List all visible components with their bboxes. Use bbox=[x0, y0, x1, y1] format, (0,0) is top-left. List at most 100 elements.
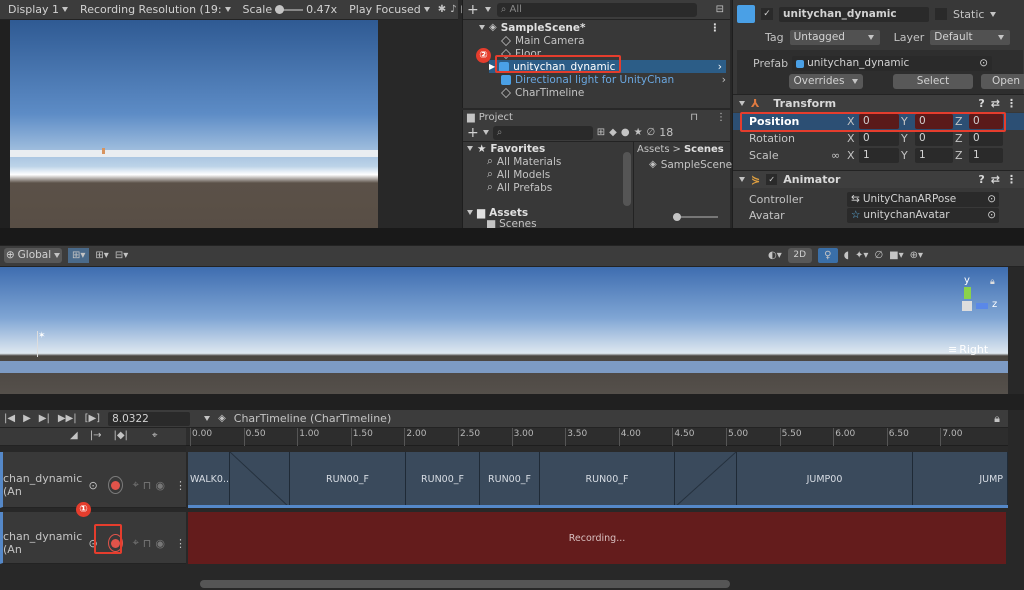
more-options-icon[interactable]: ⋮ bbox=[175, 537, 186, 550]
clip-run-4[interactable]: RUN00_F bbox=[540, 452, 675, 507]
mute-icon[interactable]: ◉ bbox=[155, 537, 165, 550]
lock-icon[interactable]: ⊓ bbox=[143, 479, 152, 492]
filter-icon[interactable]: ⊞ bbox=[597, 127, 605, 138]
gizmo-lock-icon[interactable]: 🔒︎ bbox=[990, 277, 995, 287]
hierarchy-item-directional-light[interactable]: Directional light for UnityChan › bbox=[501, 73, 730, 86]
pivot-rotation-dropdown[interactable]: ⊕ Global bbox=[4, 248, 62, 263]
clip-jump-2[interactable]: JUMP bbox=[913, 452, 1008, 507]
prefab-field[interactable]: unitychan_dynamic ⊙ bbox=[792, 56, 993, 71]
object-picker-icon[interactable]: ⊙ bbox=[979, 56, 988, 71]
rotation-z-field[interactable]: 0 bbox=[969, 131, 1003, 146]
layer-dropdown[interactable]: Default bbox=[930, 30, 1011, 45]
more-options-icon[interactable]: ⋮ bbox=[1006, 173, 1017, 186]
pin-icon[interactable]: ⌖ bbox=[133, 478, 139, 492]
select-button[interactable]: Select bbox=[893, 74, 973, 89]
gizmo-center-cube[interactable] bbox=[962, 301, 972, 311]
hidden-packages-icon[interactable]: ∅ bbox=[647, 127, 656, 138]
tag-dropdown[interactable]: Untagged bbox=[789, 30, 880, 45]
transform-header[interactable]: ⅄ Transform ? ⇄ ⋮ bbox=[733, 94, 1024, 112]
favorite-all-models[interactable]: ⌕ All Models bbox=[487, 168, 633, 181]
more-options-icon[interactable]: ⋮ bbox=[1006, 97, 1017, 110]
more-options-icon[interactable]: ⋮ bbox=[175, 479, 186, 492]
object-picker-icon[interactable]: ⊙ bbox=[89, 479, 98, 492]
more-options-icon[interactable]: ⋮ bbox=[716, 112, 726, 123]
play-mode-dropdown[interactable]: Play Focused bbox=[345, 3, 434, 16]
active-checkbox[interactable]: ✓ bbox=[761, 8, 773, 20]
animator-enabled-checkbox[interactable]: ✓ bbox=[766, 174, 778, 185]
grid-visibility-icon[interactable]: ⊞▾ bbox=[95, 250, 108, 261]
breadcrumb-assets[interactable]: Assets bbox=[637, 144, 670, 155]
add-button[interactable]: + bbox=[467, 2, 479, 18]
preset-icon[interactable]: ⇄ bbox=[991, 97, 1000, 110]
object-picker-icon[interactable]: ⊙ bbox=[987, 192, 996, 207]
scene-root[interactable]: ◈ SampleScene* ⋮ bbox=[479, 21, 730, 34]
camera-settings-icon[interactable]: ■▾ bbox=[889, 250, 903, 261]
pin-icon[interactable]: ⌖ bbox=[133, 536, 139, 550]
play-icon[interactable]: ▶ bbox=[23, 413, 31, 424]
curves-toggle-icon[interactable]: ◢ bbox=[70, 430, 78, 441]
animator-header[interactable]: ⋟ ✓ Animator ? ⇄ ⋮ bbox=[733, 170, 1024, 188]
time-ruler[interactable]: 0.00 0.50 1.00 1.50 2.00 2.50 3.00 3.50 4.00 4.50… bbox=[186, 428, 1008, 446]
clip-jump-1[interactable]: JUMP00 bbox=[737, 452, 913, 507]
star-icon[interactable]: ★ bbox=[634, 127, 643, 138]
scale-z-field[interactable]: 1 bbox=[969, 148, 1003, 163]
scale-control[interactable]: Scale 0.47x bbox=[239, 3, 342, 16]
recording-track-area[interactable]: Recording... bbox=[188, 512, 1006, 564]
mute-icon[interactable]: ◉ bbox=[155, 479, 165, 492]
object-name-field[interactable]: unitychan_dynamic bbox=[779, 6, 929, 22]
grid-snap-icon[interactable]: ⊞▾ bbox=[68, 248, 90, 263]
chevron-down-icon[interactable] bbox=[204, 416, 211, 421]
static-checkbox[interactable] bbox=[935, 8, 947, 20]
clip-blend-2[interactable] bbox=[675, 452, 737, 507]
gizmos-icon[interactable]: ⊕▾ bbox=[910, 250, 923, 261]
track-header-2[interactable]: chan_dynamic (An ⊙ ⌖ ⊓ ◉ ⋮ bbox=[0, 512, 186, 564]
project-divider[interactable] bbox=[633, 142, 634, 228]
game-view[interactable] bbox=[10, 20, 378, 229]
clip-walk[interactable]: WALK0.. bbox=[188, 452, 230, 507]
tab-project[interactable]: ▆ Project ⊓ ⋮ bbox=[463, 110, 730, 124]
audio-icon[interactable]: ♪ bbox=[450, 4, 456, 15]
lock-icon[interactable]: ⊓ bbox=[143, 537, 152, 550]
open-button[interactable]: Open bbox=[981, 74, 1024, 89]
scale-slider[interactable] bbox=[275, 4, 304, 14]
snap-icon[interactable]: |→ bbox=[90, 430, 102, 441]
lock-icon[interactable]: ⊟ bbox=[716, 4, 724, 15]
hierarchy-item-main-camera[interactable]: Main Camera bbox=[501, 34, 730, 47]
scenes-folder[interactable]: ▆ Scenes bbox=[487, 219, 633, 228]
project-search-input[interactable]: ⌕ bbox=[492, 125, 593, 140]
overrides-dropdown[interactable]: Overrides bbox=[789, 74, 863, 89]
skip-end-icon[interactable]: ▶▶| bbox=[58, 413, 77, 424]
display-dropdown[interactable]: Display 1 bbox=[4, 3, 72, 16]
object-picker-icon[interactable]: ⊙ bbox=[987, 208, 996, 223]
preset-icon[interactable]: ⇄ bbox=[991, 173, 1000, 186]
lock-icon[interactable]: 🔒︎ bbox=[994, 412, 1000, 426]
asset-samplescene[interactable]: ◈ SampleScene bbox=[649, 158, 732, 171]
ripple-icon[interactable]: |◆| bbox=[113, 430, 127, 441]
assets-folder[interactable]: ▆ Assets bbox=[467, 206, 633, 219]
info-icon[interactable]: ● bbox=[621, 127, 630, 138]
bug-icon[interactable]: ✱ bbox=[438, 4, 446, 15]
favorite-all-materials[interactable]: ⌕ All Materials bbox=[487, 155, 633, 168]
z-axis-arrow[interactable] bbox=[976, 303, 988, 309]
pin-icon[interactable]: ⌖ bbox=[152, 430, 158, 441]
2d-toggle-button[interactable]: 2D bbox=[787, 248, 812, 263]
skip-start-icon[interactable]: |◀ bbox=[4, 413, 15, 424]
project-scrollbar[interactable] bbox=[623, 152, 631, 206]
audio-toggle-icon[interactable]: ◖ bbox=[844, 250, 849, 261]
increment-snap-icon[interactable]: ⊟▾ bbox=[115, 250, 128, 261]
timeline-scrollbar[interactable] bbox=[200, 580, 730, 588]
play-range-icon[interactable]: [▶] bbox=[85, 413, 101, 424]
add-button[interactable]: + bbox=[467, 125, 479, 141]
icon-size-slider[interactable] bbox=[673, 213, 718, 221]
next-frame-icon[interactable]: ▶| bbox=[39, 413, 50, 424]
hierarchy-search-input[interactable]: ⌕ All bbox=[496, 2, 697, 17]
lighting-icon[interactable]: ♀ bbox=[817, 248, 838, 263]
favorite-all-prefabs[interactable]: ⌕ All Prefabs bbox=[487, 181, 633, 194]
scale-y-field[interactable]: 1 bbox=[915, 148, 953, 163]
favorites-folder[interactable]: ★ Favorites bbox=[467, 142, 633, 155]
track-header-1[interactable]: chan_dynamic (An ⊙ ⌖ ⊓ ◉ ⋮ bbox=[0, 452, 186, 508]
hidden-objects-icon[interactable]: ∅ bbox=[874, 250, 883, 261]
record-button-track1[interactable] bbox=[107, 476, 123, 494]
scale-x-field[interactable]: 1 bbox=[859, 148, 899, 163]
lock-icon[interactable]: ⊓ bbox=[690, 112, 698, 123]
